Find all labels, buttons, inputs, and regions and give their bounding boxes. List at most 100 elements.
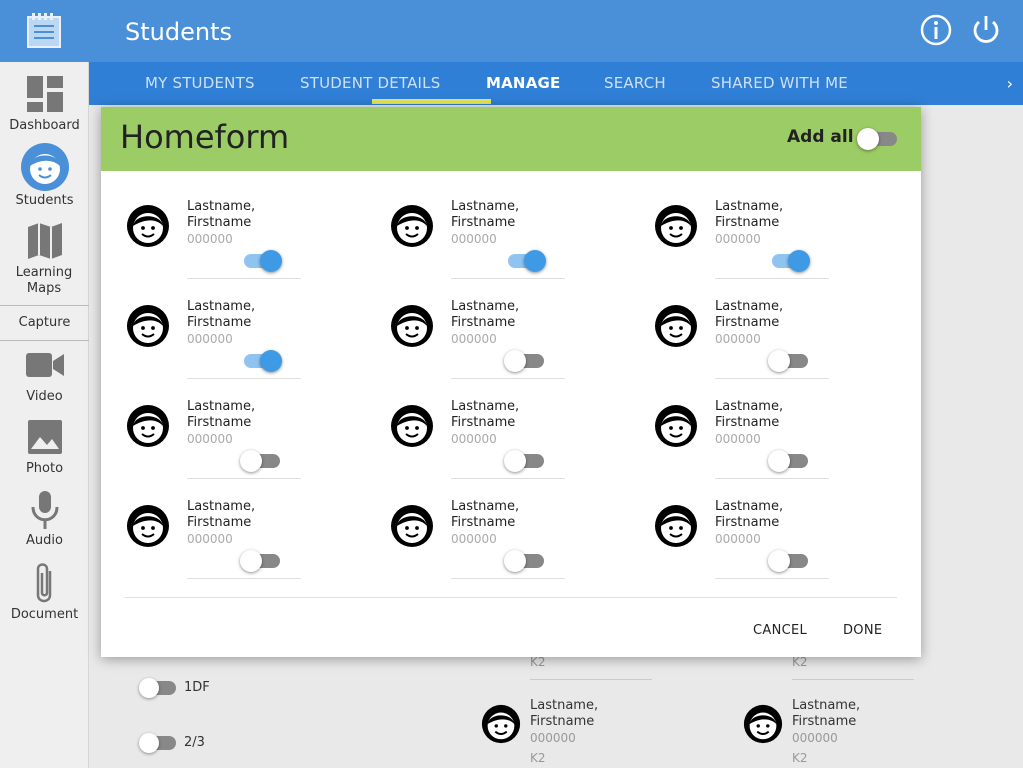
toggle-knob — [139, 678, 159, 698]
student-name: Lastname, Firstname — [187, 199, 255, 231]
student-avatar-icon — [127, 505, 169, 547]
sidebar-item-label: Audio — [26, 533, 63, 548]
student-select-toggle[interactable] — [240, 450, 280, 472]
group-toggle[interactable] — [139, 678, 176, 698]
student-name: Lastname, Firstname — [451, 299, 519, 331]
student-lastname: Lastname, — [715, 499, 784, 514]
student-select-toggle[interactable] — [504, 550, 544, 572]
student-select-toggle[interactable] — [244, 250, 282, 272]
info-icon[interactable] — [919, 13, 953, 47]
add-all-toggle[interactable] — [857, 128, 897, 150]
done-button[interactable]: DONE — [843, 623, 882, 638]
student-select-toggle[interactable] — [768, 450, 808, 472]
power-icon[interactable] — [969, 13, 1003, 47]
cancel-button[interactable]: CANCEL — [753, 623, 807, 638]
student-lastname: Lastname, — [187, 499, 256, 514]
student-select-toggle[interactable] — [772, 250, 810, 272]
capture-section-label: Capture — [0, 305, 89, 341]
item-divider — [187, 578, 301, 579]
dialog-divider — [125, 597, 897, 598]
student-select-toggle[interactable] — [244, 350, 282, 372]
student-name: Lastname, Firstname — [187, 299, 255, 331]
student-lastname: Lastname, — [451, 299, 520, 314]
student-name: Lastname, Firstname — [451, 399, 519, 431]
student-name: Lastname, Firstname — [715, 299, 783, 331]
sidebar-item-video[interactable]: Video — [0, 350, 89, 405]
microphone-icon — [31, 491, 58, 529]
student-avatar-icon — [391, 305, 433, 347]
student-firstname: Firstname — [451, 415, 516, 430]
student-name: Lastname, Firstname — [451, 499, 519, 531]
active-tab-indicator — [372, 99, 491, 104]
student-item: Lastname, Firstname 000000 — [629, 479, 879, 579]
map-icon — [27, 223, 62, 259]
sidebar-item-label: Learning Maps — [15, 265, 73, 296]
student-select-toggle[interactable] — [504, 350, 544, 372]
student-id: 000000 — [715, 532, 761, 546]
toggle-knob — [260, 350, 282, 372]
student-firstname: Firstname — [187, 515, 252, 530]
tab-shared-with-me[interactable]: SHARED WITH ME — [711, 62, 848, 105]
item-divider — [715, 578, 829, 579]
app-header: Students — [89, 0, 1023, 62]
sidebar-item-learning-maps[interactable]: Learning Maps — [0, 222, 89, 297]
student-avatar-icon — [391, 205, 433, 247]
toggle-knob — [504, 350, 526, 372]
student-item: Lastname, Firstname 000000 — [101, 479, 351, 579]
sidebar-item-document[interactable]: Document — [0, 561, 89, 623]
student-select-toggle[interactable] — [504, 450, 544, 472]
student-avatar-icon — [127, 305, 169, 347]
tab-manage[interactable]: MANAGE — [486, 62, 560, 105]
sidebar-item-photo[interactable]: Photo — [0, 419, 89, 477]
student-id: 000000 — [451, 432, 497, 446]
student-select-toggle[interactable] — [240, 550, 280, 572]
student-item: Lastname, Firstname 000000 — [629, 179, 879, 279]
student-select-toggle[interactable] — [508, 250, 546, 272]
sidebar-item-dashboard[interactable]: Dashboard — [0, 75, 89, 134]
sidebar-item-label: Students — [15, 193, 74, 208]
toggle-knob — [857, 128, 879, 150]
student-select-toggle[interactable] — [768, 550, 808, 572]
student-lastname: Lastname, — [451, 499, 520, 514]
student-id: 000000 — [187, 432, 233, 446]
toggle-knob — [768, 350, 790, 372]
student-avatar-icon — [391, 405, 433, 447]
partial-grade: K2 — [792, 655, 808, 669]
divider — [792, 679, 914, 680]
toggle-knob — [139, 733, 159, 753]
group-label: 2/3 — [184, 735, 205, 750]
student-item: Lastname, Firstname 000000 — [365, 379, 615, 479]
student-lastname: Lastname, — [451, 199, 520, 214]
student-firstname: Firstname — [451, 315, 516, 330]
student-item: Lastname, Firstname 000000 — [101, 179, 351, 279]
student-avatar-icon — [481, 704, 521, 744]
chevron-right-icon[interactable]: › — [1007, 74, 1013, 93]
student-avatar-icon — [127, 205, 169, 247]
student-item: Lastname, Firstname 000000 — [365, 479, 615, 579]
item-divider — [451, 578, 565, 579]
student-name: Lastname, Firstname — [715, 399, 783, 431]
student-avatar-icon — [655, 205, 697, 247]
student-id: 000000 — [187, 532, 233, 546]
sidebar-item-label: Photo — [25, 461, 64, 476]
student-firstname: Firstname — [715, 315, 780, 330]
app-logo[interactable] — [0, 0, 89, 62]
group-toggle[interactable] — [139, 733, 176, 753]
sidebar-item-students[interactable]: Students — [0, 142, 89, 209]
tab-search[interactable]: SEARCH — [604, 62, 666, 105]
page-title: Students — [125, 18, 232, 46]
tab-my-students[interactable]: MY STUDENTS — [145, 62, 255, 105]
student-name: Lastname, — [792, 698, 861, 713]
partial-grade: K2 — [530, 655, 546, 669]
video-camera-icon — [25, 353, 64, 377]
dialog-title: Homeform — [120, 118, 290, 156]
sidebar-item-label: Dashboard — [9, 118, 80, 133]
student-select-toggle[interactable] — [768, 350, 808, 372]
student-firstname: Firstname — [451, 215, 516, 230]
student-item: Lastname, Firstname 000000 — [101, 279, 351, 379]
sidebar-item-label: Video — [26, 389, 63, 404]
student-lastname: Lastname, — [451, 399, 520, 414]
student-grade: K2 — [792, 751, 808, 765]
toggle-knob — [768, 550, 790, 572]
sidebar-item-audio[interactable]: Audio — [0, 490, 89, 549]
